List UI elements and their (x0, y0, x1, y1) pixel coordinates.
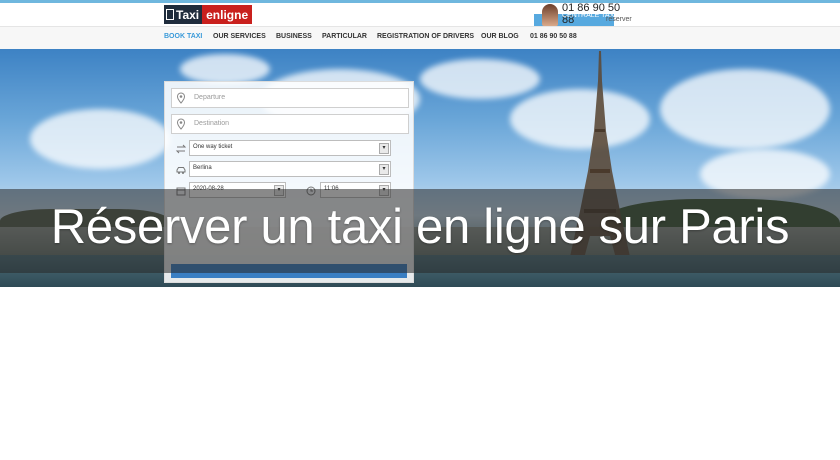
taxi-icon (166, 9, 174, 20)
main-nav: BOOK TAXI OUR SERVICES BUSINESS PARTICUL… (0, 26, 840, 50)
logo-enligne: enligne (202, 5, 253, 24)
nav-our-services[interactable]: OUR SERVICES (213, 33, 266, 40)
nav-business[interactable]: BUSINESS (276, 33, 312, 40)
destination-placeholder: Destination (194, 120, 230, 127)
map-pin-icon (176, 118, 186, 130)
phone-cta: réserver (606, 16, 632, 23)
logo-taxi: Taxi (164, 5, 203, 24)
site-logo[interactable]: Taxi enligne (164, 5, 253, 24)
chevron-down-icon: ▾ (379, 143, 389, 154)
nav-our-blog[interactable]: OUR BLOG (481, 33, 519, 40)
phone-contact[interactable]: 01 86 90 50 88 CENTRALE TAXI réserver (534, 2, 634, 26)
cloud (30, 109, 170, 169)
nav-phone[interactable]: 01 86 90 50 88 (530, 33, 577, 40)
round-trip-icon (175, 144, 187, 154)
trip-type-select[interactable]: One way ticket ▾ (189, 140, 391, 156)
cloud (660, 69, 830, 149)
destination-field[interactable]: Destination (171, 114, 409, 134)
departure-placeholder: Departure (194, 94, 226, 101)
cloud (420, 59, 540, 99)
banner-title: Réserver un taxi en ligne sur Paris (50, 200, 790, 254)
nav-registration-of-drivers[interactable]: REGISTRATION OF DRIVERS (377, 33, 474, 40)
logo-taxi-text: Taxi (176, 7, 200, 22)
vehicle-select[interactable]: Berlina ▾ (189, 161, 391, 177)
departure-field[interactable]: Departure (171, 88, 409, 108)
car-icon (176, 167, 186, 174)
chevron-down-icon: ▾ (379, 164, 389, 175)
nav-book-taxi[interactable]: BOOK TAXI (164, 33, 202, 40)
cloud (180, 54, 270, 84)
site-header: Taxi enligne 01 86 90 50 88 CENTRALE TAX… (0, 2, 840, 26)
map-pin-icon (176, 92, 186, 104)
nav-particular[interactable]: PARTICULAR (322, 33, 367, 40)
trip-type-value: One way ticket (193, 144, 233, 150)
operator-avatar (542, 4, 558, 26)
vehicle-value: Berlina (193, 165, 212, 171)
